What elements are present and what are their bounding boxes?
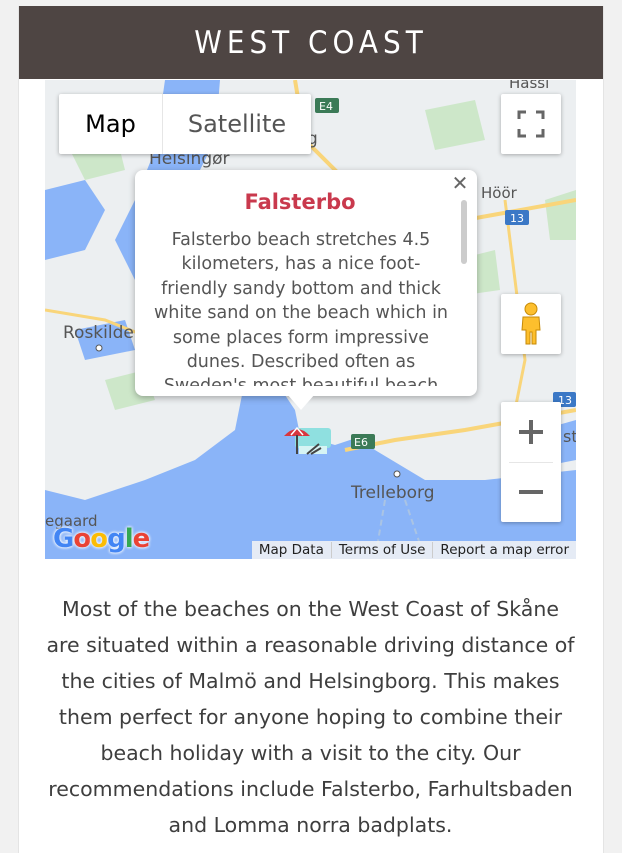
info-window-scrollbar[interactable]	[461, 200, 467, 264]
place-label-roskilde: Roskilde	[63, 323, 134, 343]
map-type-satellite-button[interactable]: Satellite	[163, 94, 311, 154]
road-label-e6: E6	[354, 436, 368, 449]
map-type-map-button[interactable]: Map	[59, 94, 163, 154]
minus-icon	[519, 490, 543, 494]
fullscreen-button[interactable]	[501, 94, 561, 154]
intro-paragraph: Most of the beaches on the West Coast of…	[46, 597, 575, 837]
page-card: WEST COAST E4 13 E6 13 Hässl g Helsingør…	[18, 6, 604, 853]
place-label-hoor: Höör	[481, 184, 518, 202]
place-label-trelleborg: Trelleborg	[350, 483, 435, 503]
beach-umbrella-marker-icon[interactable]	[281, 424, 333, 458]
road-label-13: 13	[510, 212, 524, 225]
page-title: WEST COAST	[194, 24, 428, 61]
pegman-icon	[521, 302, 541, 345]
terms-of-use-link[interactable]: Terms of Use	[330, 542, 433, 558]
place-label-st: st	[563, 427, 576, 446]
fullscreen-icon	[517, 110, 545, 138]
zoom-in-button[interactable]	[501, 403, 561, 462]
info-window-pointer	[287, 394, 315, 410]
place-label-hassleholm: Hässl	[509, 80, 549, 92]
map-type-control: Map Satellite	[59, 94, 311, 154]
map-attribution: Map Data Terms of Use Report a map error	[251, 541, 576, 559]
report-map-error-link[interactable]: Report a map error	[432, 542, 576, 558]
street-view-button[interactable]	[501, 294, 561, 354]
zoom-out-button[interactable]	[501, 463, 561, 522]
google-logo: Google	[53, 524, 150, 554]
road-label-e4: E4	[319, 100, 333, 113]
plus-icon	[519, 420, 543, 444]
map-data-link[interactable]: Map Data	[252, 542, 331, 558]
page-header: WEST COAST	[19, 6, 603, 79]
map-view[interactable]: E4 13 E6 13 Hässl g Helsingør Höör Roski…	[45, 80, 576, 559]
info-window-title: Falsterbo	[244, 190, 356, 214]
info-window-body: Falsterbo beach stretches 4.5 kilometers…	[153, 230, 449, 386]
info-window: ✕ Falsterbo Falsterbo beach stretches 4.…	[135, 170, 477, 396]
zoom-control	[501, 402, 561, 522]
